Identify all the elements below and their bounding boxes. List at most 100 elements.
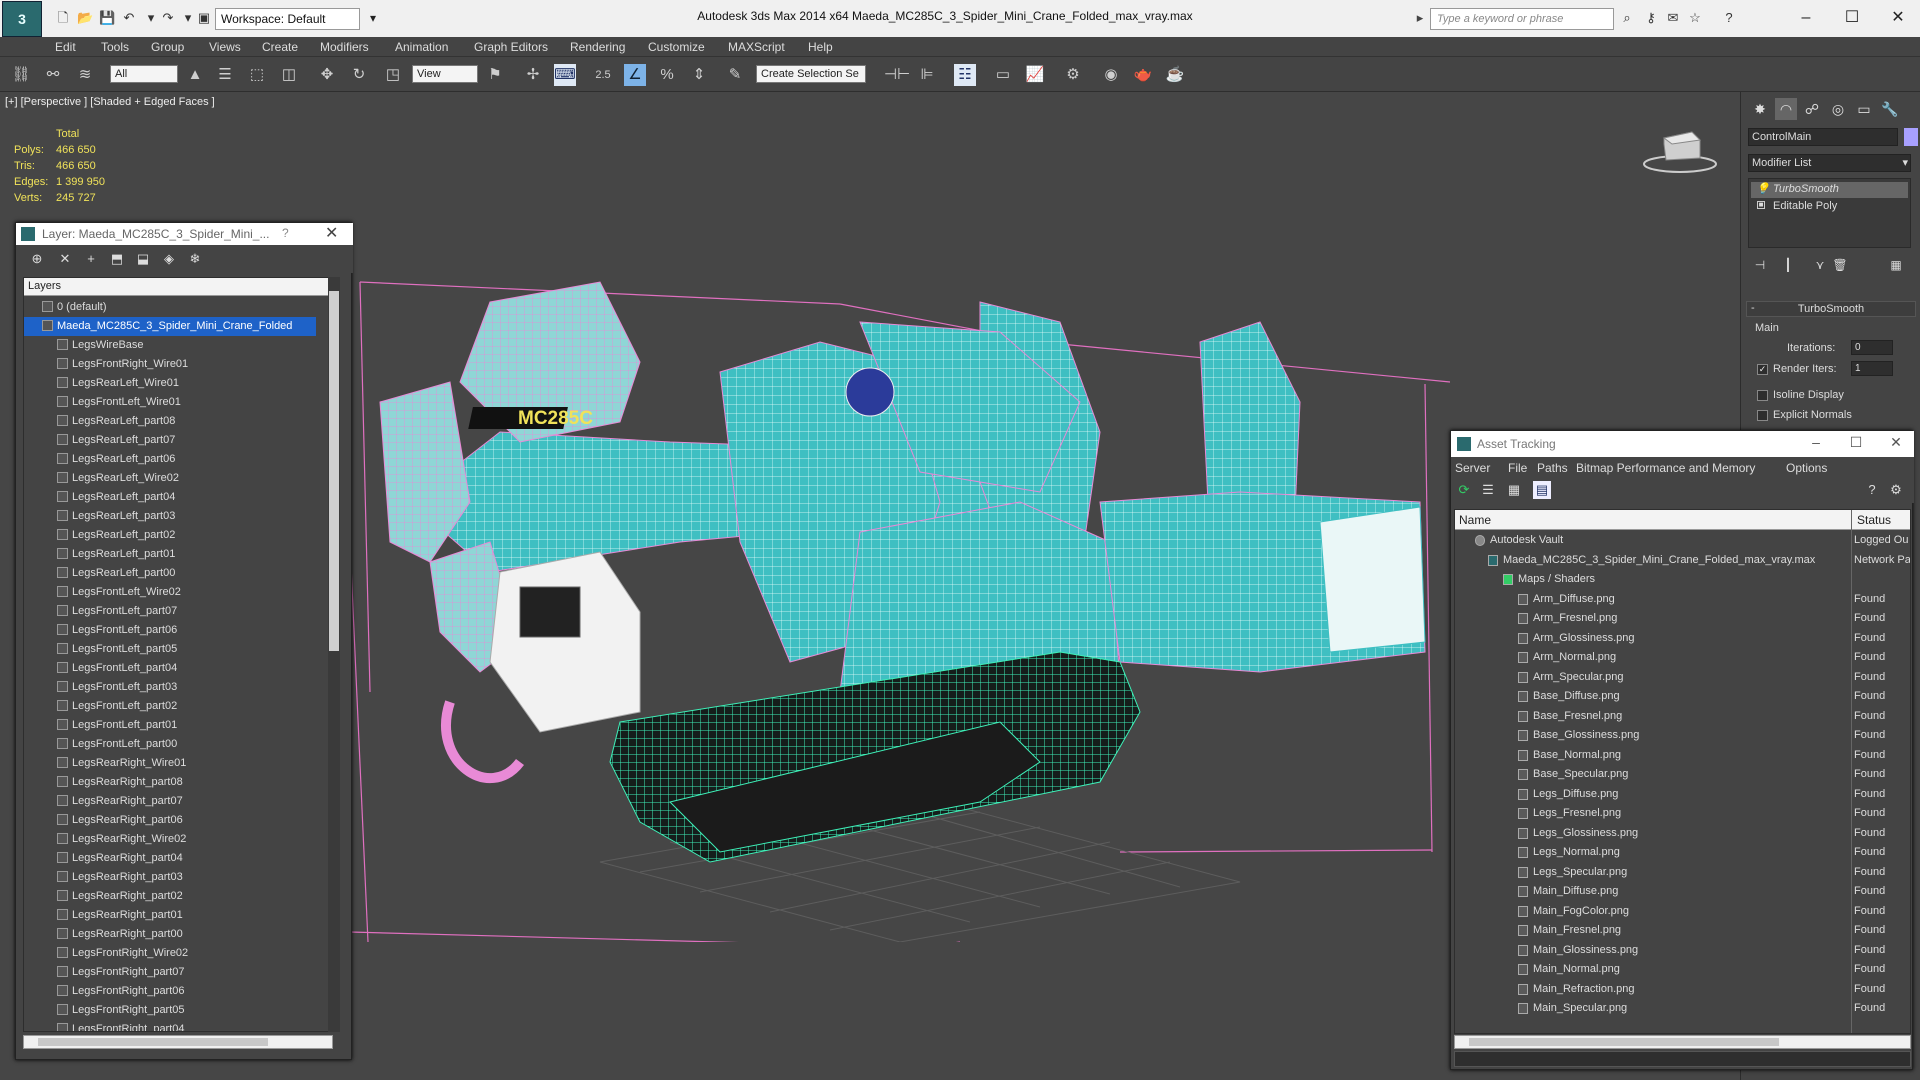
help-icon[interactable]: ?	[1863, 481, 1881, 499]
asset-row[interactable]: Arm_Specular.png Found	[1455, 668, 1910, 687]
asset-row[interactable]: Legs_Normal.png Found	[1455, 843, 1910, 862]
asset-row[interactable]: Main_Refraction.png Found	[1455, 980, 1910, 999]
asset-row[interactable]: Base_Specular.png Found	[1455, 765, 1910, 784]
asset-table[interactable]: Name Status Autodesk Vault Logged Ou Maeda…	[1454, 509, 1911, 1034]
menu-group[interactable]: Group	[151, 40, 184, 54]
layer-object-row[interactable]: LegsFrontLeft_part02	[24, 697, 316, 716]
asset-row[interactable]: Legs_Specular.png Found	[1455, 863, 1910, 882]
layer-object-row[interactable]: LegsRearLeft_part08	[24, 412, 316, 431]
edit-named-selection-icon[interactable]: ✎	[724, 64, 746, 86]
isoline-display-checkbox[interactable]	[1757, 390, 1768, 401]
pin-stack-icon[interactable]: ⊣	[1752, 258, 1768, 274]
layer-dialog-title[interactable]: Layer: Maeda_MC285C_3_Spider_Mini_... ? …	[16, 223, 353, 245]
menu-views[interactable]: Views	[209, 40, 241, 54]
layer-row[interactable]: Maeda_MC285C_3_Spider_Mini_Crane_Folded	[24, 317, 316, 336]
delete-layer-icon[interactable]: ✕	[56, 250, 74, 268]
add-selected-to-layer-icon[interactable]: +	[82, 250, 100, 268]
freeze-unfreeze-all-icon[interactable]: ❄	[186, 250, 204, 268]
layer-object-row[interactable]: LegsRearRight_Wire01	[24, 754, 316, 773]
select-and-manipulate-icon[interactable]: ✢	[522, 64, 544, 86]
asset-row[interactable]: Main_Diffuse.png Found	[1455, 882, 1910, 901]
undo-dropdown-icon[interactable]: ▾	[143, 10, 159, 26]
menu-rendering[interactable]: Rendering	[570, 40, 625, 54]
highlight-selected-layer-icon[interactable]: ⬓	[134, 250, 152, 268]
display-tab-icon[interactable]: ▭	[1853, 98, 1875, 120]
layer-object-row[interactable]: LegsFrontLeft_Wire02	[24, 583, 316, 602]
layer-object-row[interactable]: LegsRearLeft_part02	[24, 526, 316, 545]
bind-space-warp-icon[interactable]: ≋	[74, 64, 96, 86]
layer-object-row[interactable]: LegsRearLeft_part04	[24, 488, 316, 507]
turbosmooth-rollout-header[interactable]: - TurboSmooth	[1746, 301, 1916, 317]
minimize-window-button[interactable]: –	[1786, 4, 1826, 32]
layer-object-row[interactable]: LegsFrontLeft_part06	[24, 621, 316, 640]
create-tab-icon[interactable]: ✸	[1749, 98, 1771, 120]
asset-row[interactable]: Base_Normal.png Found	[1455, 746, 1910, 765]
keyboard-shortcut-override-icon[interactable]: ⌨	[554, 64, 576, 86]
angle-snap-icon[interactable]: ∠	[624, 64, 646, 86]
layer-object-row[interactable]: LegsFrontLeft_part01	[24, 716, 316, 735]
window-crossing-icon[interactable]: ◫	[278, 64, 300, 86]
list-view-icon[interactable]: ☰	[1479, 481, 1497, 499]
scrollbar-thumb[interactable]	[1469, 1038, 1779, 1046]
object-color-swatch[interactable]	[1904, 128, 1918, 146]
subscription-key-icon[interactable]: ⚷	[1642, 10, 1660, 28]
crane-wireframe-model[interactable]: MC285C	[340, 242, 1470, 942]
help-icon[interactable]: ?	[1720, 10, 1738, 28]
layer-object-row[interactable]: LegsRearLeft_part06	[24, 450, 316, 469]
remove-modifier-icon[interactable]: 🗑	[1832, 258, 1848, 274]
menu-edit[interactable]: Edit	[55, 40, 76, 54]
material-editor-icon[interactable]: ◉	[1100, 64, 1122, 86]
layer-manager-icon[interactable]: ☷	[954, 64, 976, 86]
asset-row[interactable]: Arm_Normal.png Found	[1455, 648, 1910, 667]
layer-object-row[interactable]: LegsRearRight_part04	[24, 849, 316, 868]
menu-animation[interactable]: Animation	[395, 40, 448, 54]
scrollbar-thumb[interactable]	[38, 1038, 268, 1046]
asset-row[interactable]: Arm_Diffuse.png Found	[1455, 590, 1910, 609]
utilities-tab-icon[interactable]: 🔧	[1879, 98, 1901, 120]
rectangular-selection-icon[interactable]: ⬚	[246, 64, 268, 86]
infocenter-arrow-icon[interactable]: ▸	[1412, 10, 1428, 26]
explicit-normals-checkbox[interactable]	[1757, 410, 1768, 421]
redo-icon[interactable]: ↷	[160, 10, 176, 26]
asset-row[interactable]: Arm_Fresnel.png Found	[1455, 609, 1910, 628]
asset-row[interactable]: Maps / Shaders	[1455, 570, 1910, 589]
render-iters-checkbox[interactable]: ✓	[1757, 364, 1768, 375]
new-file-icon[interactable]: 🗋	[55, 10, 71, 26]
layer-object-row[interactable]: LegsFrontRight_Wire01	[24, 355, 316, 374]
favorites-star-icon[interactable]: ☆	[1686, 10, 1704, 28]
snaps-toggle-icon[interactable]: 2.5	[592, 64, 614, 86]
asset-row[interactable]: Legs_Diffuse.png Found	[1455, 785, 1910, 804]
motion-tab-icon[interactable]: ◎	[1827, 98, 1849, 120]
asset-row[interactable]: Arm_Glossiness.png Found	[1455, 629, 1910, 648]
open-file-icon[interactable]: 📂	[77, 10, 93, 26]
object-name-field[interactable]: ControlMain	[1748, 128, 1898, 146]
layer-object-row[interactable]: LegsRearLeft_Wire02	[24, 469, 316, 488]
asset-row[interactable]: Main_Normal.png Found	[1455, 960, 1910, 979]
configure-modifier-sets-icon[interactable]: ▦	[1888, 258, 1904, 274]
select-by-name-icon[interactable]: ☰	[214, 64, 236, 86]
layer-object-row[interactable]: LegsRearRight_Wire02	[24, 830, 316, 849]
pivot-center-icon[interactable]: ⚑	[484, 64, 506, 86]
menu-graph-editors[interactable]: Graph Editors	[474, 40, 548, 54]
layer-object-row[interactable]: LegsWireBase	[24, 336, 316, 355]
layer-object-row[interactable]: LegsRearRight_part03	[24, 868, 316, 887]
layer-object-row[interactable]: LegsFrontLeft_part07	[24, 602, 316, 621]
asset-table-horizontal-scrollbar[interactable]	[1454, 1035, 1911, 1049]
select-and-move-icon[interactable]: ✥	[316, 64, 338, 86]
minimize-button[interactable]: –	[1801, 434, 1831, 454]
layer-row[interactable]: 0 (default)	[24, 298, 316, 317]
layer-object-row[interactable]: LegsRearLeft_part07	[24, 431, 316, 450]
modifier-list-dropdown[interactable]: Modifier List	[1748, 154, 1911, 172]
mirror-icon[interactable]: ⊣⊢	[884, 64, 910, 86]
reference-coordinate-dropdown[interactable]: View	[412, 65, 478, 83]
hide-unhide-all-icon[interactable]: ◈	[160, 250, 178, 268]
menu-customize[interactable]: Customize	[648, 40, 705, 54]
hierarchy-tab-icon[interactable]: ☍	[1801, 98, 1823, 120]
table-view-icon[interactable]: ▦	[1505, 481, 1523, 499]
column-name[interactable]: Name	[1459, 513, 1491, 527]
curve-editor-icon[interactable]: 📈	[1024, 64, 1046, 86]
align-icon[interactable]: ⊫	[916, 64, 938, 86]
layer-object-row[interactable]: LegsRearRight_part08	[24, 773, 316, 792]
asset-row[interactable]: Autodesk Vault Logged Ou	[1455, 531, 1910, 550]
binoculars-icon[interactable]: ⌕	[1618, 10, 1636, 28]
